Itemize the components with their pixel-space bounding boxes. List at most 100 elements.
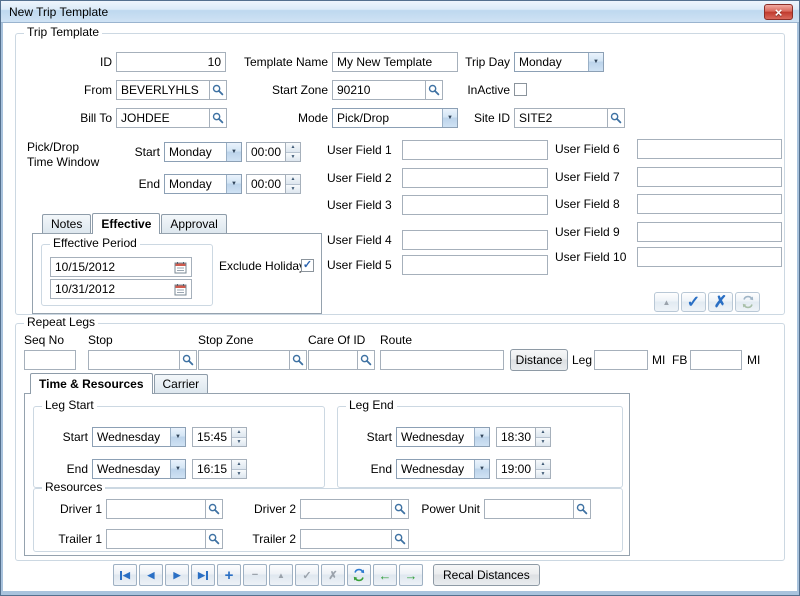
- trailer1-input[interactable]: [106, 529, 206, 549]
- calendar-icon[interactable]: [174, 283, 187, 296]
- template-name-input[interactable]: My New Template: [332, 52, 458, 72]
- trailer2-input[interactable]: [300, 529, 392, 549]
- leg-end-start-day-select[interactable]: Wednesday ▼: [396, 427, 490, 447]
- leg-start-end-day-select[interactable]: Wednesday ▼: [92, 459, 186, 479]
- spinner-up-icon[interactable]: ▲: [232, 428, 246, 438]
- route-input[interactable]: [380, 350, 504, 370]
- tab-approval[interactable]: Approval: [161, 214, 226, 233]
- recal-distances-button[interactable]: Recal Distances: [433, 564, 540, 586]
- stop-input[interactable]: [88, 350, 180, 370]
- tab-time-resources[interactable]: Time & Resources: [30, 373, 153, 394]
- user-field-input[interactable]: [637, 167, 782, 187]
- spinner-down-icon[interactable]: ▼: [232, 470, 246, 479]
- user-field-input[interactable]: [402, 168, 548, 188]
- leg-start-start-time-input[interactable]: 15:45: [192, 427, 232, 447]
- user-field-input[interactable]: [402, 140, 548, 160]
- window-start-day-select[interactable]: Monday ▼: [164, 142, 242, 162]
- driver2-input[interactable]: [300, 499, 392, 519]
- exclude-holiday-checkbox[interactable]: ✓: [301, 259, 314, 272]
- spinner-up-icon[interactable]: ▲: [536, 460, 550, 470]
- stop-zone-input[interactable]: [198, 350, 290, 370]
- leg-start-start-day-select[interactable]: Wednesday ▼: [92, 427, 186, 447]
- bill-to-input[interactable]: JOHDEE: [116, 108, 210, 128]
- cancel-record-button[interactable]: ✗: [708, 292, 733, 312]
- trailer1-lookup-button[interactable]: [206, 529, 223, 549]
- distance-button[interactable]: Distance: [510, 349, 568, 371]
- close-button[interactable]: ×: [764, 4, 793, 20]
- spinner-down-icon[interactable]: ▼: [536, 438, 550, 447]
- effective-from-date-input[interactable]: 10/15/2012: [50, 257, 192, 277]
- chevron-down-icon[interactable]: ▼: [442, 109, 457, 127]
- leg-end-start-time-spinner[interactable]: ▲ ▼: [536, 427, 551, 447]
- insert-record-button[interactable]: +: [217, 564, 241, 586]
- leg-start-end-time-input[interactable]: 16:15: [192, 459, 232, 479]
- post-record-button[interactable]: ✓: [295, 564, 319, 586]
- spinner-up-icon[interactable]: ▲: [286, 143, 300, 153]
- tab-notes[interactable]: Notes: [42, 214, 91, 233]
- site-id-lookup-button[interactable]: [608, 108, 625, 128]
- chevron-down-icon[interactable]: ▼: [170, 428, 185, 446]
- next-record-button[interactable]: ▶: [165, 564, 189, 586]
- leg-start-start-time-spinner[interactable]: ▲ ▼: [232, 427, 247, 447]
- spinner-up-icon[interactable]: ▲: [536, 428, 550, 438]
- chevron-down-icon[interactable]: ▼: [226, 175, 241, 193]
- user-field-input[interactable]: [402, 195, 548, 215]
- effective-to-date-input[interactable]: 10/31/2012: [50, 279, 192, 299]
- start-zone-input[interactable]: 90210: [332, 80, 426, 100]
- fb-miles-input[interactable]: [690, 350, 742, 370]
- refresh-button[interactable]: [735, 292, 760, 312]
- tab-carrier[interactable]: Carrier: [154, 374, 209, 393]
- from-input[interactable]: BEVERLYHLS: [116, 80, 210, 100]
- spinner-up-icon[interactable]: ▲: [286, 175, 300, 185]
- trailer2-lookup-button[interactable]: [392, 529, 409, 549]
- leg-end-end-time-input[interactable]: 19:00: [496, 459, 536, 479]
- inactive-checkbox[interactable]: [514, 83, 527, 96]
- leg-start-end-time-spinner[interactable]: ▲ ▼: [232, 459, 247, 479]
- move-leg-right-button[interactable]: →: [399, 564, 423, 586]
- care-of-id-input[interactable]: [308, 350, 358, 370]
- spinner-down-icon[interactable]: ▼: [232, 438, 246, 447]
- window-start-time-input[interactable]: 00:00: [246, 142, 286, 162]
- last-record-button[interactable]: ▶: [191, 564, 215, 586]
- tab-effective[interactable]: Effective: [92, 213, 160, 234]
- user-field-input[interactable]: [637, 222, 782, 242]
- delete-record-button[interactable]: −: [243, 564, 267, 586]
- calendar-icon[interactable]: [174, 261, 187, 274]
- user-field-input[interactable]: [637, 194, 782, 214]
- chevron-down-icon[interactable]: ▼: [474, 460, 489, 478]
- edit-record-button[interactable]: ▲: [654, 292, 679, 312]
- spinner-down-icon[interactable]: ▼: [286, 185, 300, 194]
- id-input[interactable]: 10: [116, 52, 226, 72]
- seq-no-input[interactable]: [24, 350, 76, 370]
- mode-select[interactable]: Pick/Drop ▼: [332, 108, 458, 128]
- edit-record-button[interactable]: ▲: [269, 564, 293, 586]
- chevron-down-icon[interactable]: ▼: [588, 53, 603, 71]
- user-field-input[interactable]: [402, 230, 548, 250]
- move-leg-left-button[interactable]: ←: [373, 564, 397, 586]
- power-unit-input[interactable]: [484, 499, 574, 519]
- leg-miles-input[interactable]: [594, 350, 648, 370]
- user-field-input[interactable]: [637, 247, 782, 267]
- trip-day-select[interactable]: Monday ▼: [514, 52, 604, 72]
- driver1-lookup-button[interactable]: [206, 499, 223, 519]
- driver2-lookup-button[interactable]: [392, 499, 409, 519]
- leg-end-end-time-spinner[interactable]: ▲ ▼: [536, 459, 551, 479]
- post-record-button[interactable]: ✓: [681, 292, 706, 312]
- chevron-down-icon[interactable]: ▼: [226, 143, 241, 161]
- cancel-record-button[interactable]: ✗: [321, 564, 345, 586]
- chevron-down-icon[interactable]: ▼: [170, 460, 185, 478]
- user-field-input[interactable]: [402, 255, 548, 275]
- stop-zone-lookup-button[interactable]: [290, 350, 307, 370]
- prior-record-button[interactable]: ◀: [139, 564, 163, 586]
- care-of-id-lookup-button[interactable]: [358, 350, 375, 370]
- spinner-up-icon[interactable]: ▲: [232, 460, 246, 470]
- leg-end-end-day-select[interactable]: Wednesday ▼: [396, 459, 490, 479]
- start-zone-lookup-button[interactable]: [426, 80, 443, 100]
- window-end-day-select[interactable]: Monday ▼: [164, 174, 242, 194]
- spinner-down-icon[interactable]: ▼: [536, 470, 550, 479]
- refresh-button[interactable]: [347, 564, 371, 586]
- title-bar[interactable]: New Trip Template ×: [1, 1, 799, 23]
- user-field-input[interactable]: [637, 139, 782, 159]
- chevron-down-icon[interactable]: ▼: [474, 428, 489, 446]
- stop-lookup-button[interactable]: [180, 350, 197, 370]
